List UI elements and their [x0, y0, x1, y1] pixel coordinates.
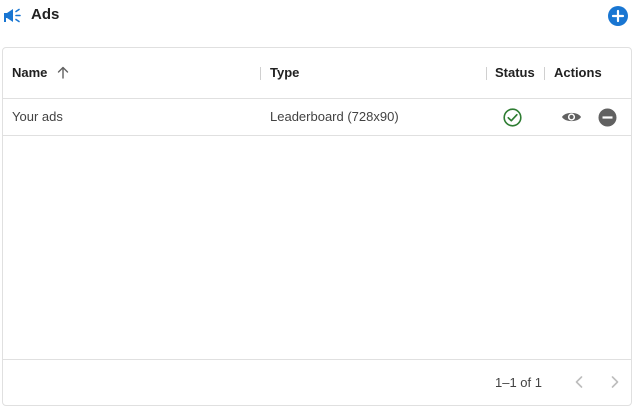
- remove-circle-icon[interactable]: [598, 108, 617, 127]
- ads-page: Ads Name Type Status Actions Your ads Le…: [0, 0, 643, 415]
- add-ad-button[interactable]: [608, 6, 628, 26]
- sort-ascending-icon[interactable]: [57, 66, 69, 79]
- cell-name: Your ads: [12, 109, 63, 124]
- eye-icon[interactable]: [561, 108, 582, 126]
- column-separator[interactable]: [544, 67, 545, 80]
- column-header-actions[interactable]: Actions: [554, 48, 602, 98]
- pagination-label: 1–1 of 1: [495, 375, 542, 390]
- column-header-label: Status: [495, 65, 535, 80]
- column-header-type[interactable]: Type: [270, 48, 299, 98]
- ads-table: Name Type Status Actions Your ads Leader…: [2, 47, 632, 406]
- page-header: Ads: [0, 0, 643, 32]
- page-title: Ads: [31, 6, 60, 23]
- column-separator[interactable]: [486, 67, 487, 80]
- column-header-status[interactable]: Status: [495, 48, 535, 98]
- add-circle-icon: [611, 9, 625, 23]
- table-row[interactable]: Your ads Leaderboard (728x90): [3, 99, 631, 136]
- column-separator[interactable]: [260, 67, 261, 80]
- chevron-right-icon[interactable]: [605, 372, 625, 392]
- table-footer: 1–1 of 1: [3, 359, 631, 405]
- check-circle-icon: [503, 108, 522, 127]
- chevron-left-icon[interactable]: [569, 372, 589, 392]
- column-header-name[interactable]: Name: [12, 48, 69, 98]
- megaphone-icon: [3, 7, 23, 25]
- cell-type: Leaderboard (728x90): [270, 109, 399, 124]
- column-header-label: Name: [12, 65, 48, 80]
- column-header-label: Type: [270, 65, 300, 80]
- table-header: Name Type Status Actions: [3, 48, 631, 99]
- column-header-label: Actions: [554, 65, 602, 80]
